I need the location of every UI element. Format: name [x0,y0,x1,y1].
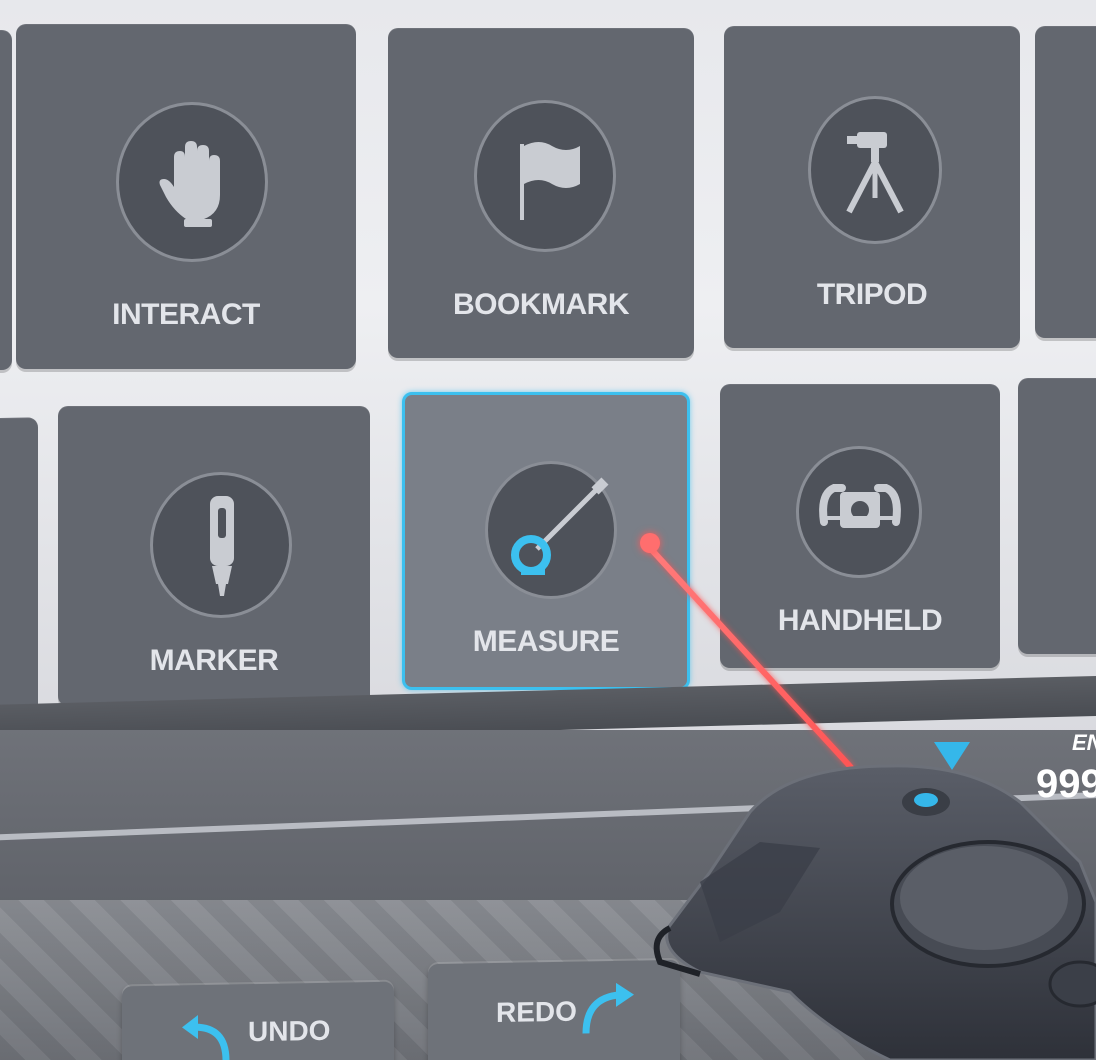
tile-label: MEASURE [472,625,620,658]
undo-button[interactable]: UNDO [122,981,394,1060]
tile-partial-left-bottom[interactable] [0,417,38,719]
tile-marker[interactable]: MARKER [58,406,370,706]
tile-label: INTERACT [112,298,260,331]
vr-scene: INTERACT BOOKMARK TRIPOD MARKER MEASURE … [0,0,1096,1060]
flag-icon [520,142,580,220]
tape-measure-icon [511,477,609,575]
vr-controller[interactable] [640,752,1096,1060]
redo-label: REDO [496,995,577,1029]
tile-partial-left-top[interactable] [0,30,12,370]
tile-label: BOOKMARK [453,288,630,321]
undo-label: UNDO [248,1014,331,1048]
undo-arrow-icon [182,1015,230,1060]
tile-partial-right-top[interactable] [1035,26,1096,338]
tile-label: HANDHELD [777,604,943,637]
marker-pen-icon [210,496,234,596]
hand-icon [159,141,220,227]
handheld-camera-icon [819,484,901,528]
tile-partial-right-bottom[interactable] [1018,378,1096,654]
tile-tripod[interactable]: TRIPOD [724,26,1020,348]
redo-arrow-icon [582,982,634,1034]
tile-interact[interactable]: INTERACT [16,24,356,369]
tile-bookmark[interactable]: BOOKMARK [388,28,694,358]
tripod-icon [846,132,904,214]
laser-pointer-dot [640,533,660,553]
tile-label: TRIPOD [816,278,928,311]
tile-handheld[interactable]: HANDHELD [720,384,1000,668]
tile-label: MARKER [149,644,279,677]
